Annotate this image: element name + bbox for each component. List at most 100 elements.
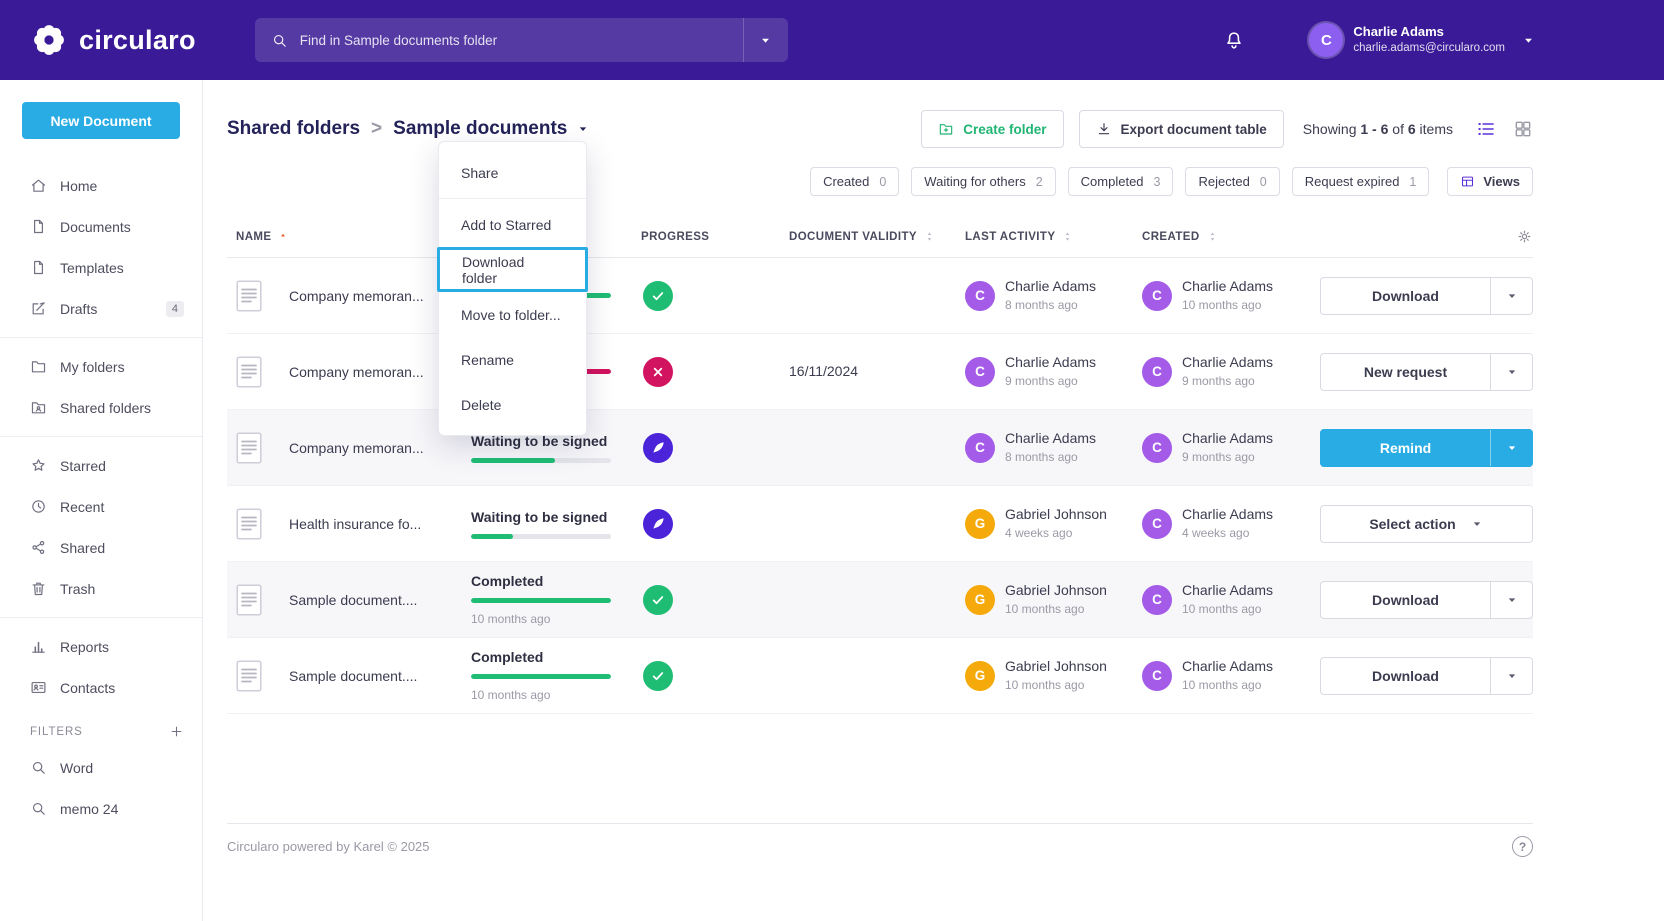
- create-folder-button[interactable]: Create folder: [921, 110, 1063, 148]
- action-dropdown-caret[interactable]: [1490, 430, 1532, 466]
- person-name: Charlie Adams: [1182, 278, 1273, 295]
- saved-filter-memo-24[interactable]: memo 24: [0, 788, 202, 829]
- user-menu[interactable]: C Charlie Adams charlie.adams@circularo.…: [1309, 23, 1536, 57]
- column-header-document-validity[interactable]: DOCUMENT VALIDITY: [789, 230, 965, 243]
- menu-item-move-to-folder[interactable]: Move to folder...: [439, 292, 586, 337]
- column-header-name[interactable]: NAME: [236, 231, 289, 243]
- time-ago: 10 months ago: [1182, 298, 1273, 312]
- avatar: C: [1142, 585, 1172, 615]
- time-ago: 9 months ago: [1182, 374, 1273, 388]
- progress-bar: [471, 598, 611, 603]
- filter-chip-rejected[interactable]: Rejected 0: [1185, 167, 1279, 196]
- document-validity: 16/11/2024: [789, 363, 858, 379]
- progress-bar: [471, 458, 611, 463]
- avatar: C: [1142, 433, 1172, 463]
- time-ago: 8 months ago: [1005, 450, 1096, 464]
- user-email: charlie.adams@circularo.com: [1353, 41, 1505, 56]
- menu-divider: [439, 198, 586, 199]
- column-header-progress[interactable]: PROGRESS: [641, 231, 789, 243]
- menu-item-share[interactable]: Share: [439, 150, 586, 195]
- breadcrumb-shared-folders[interactable]: Shared folders: [227, 118, 360, 140]
- views-icon: [1460, 174, 1475, 189]
- user-menu-caret-icon[interactable]: [1521, 33, 1536, 48]
- select-action-button[interactable]: Select action: [1320, 505, 1533, 543]
- sidebar-item-my-folders[interactable]: My folders: [0, 346, 202, 387]
- filter-chip-request-expired[interactable]: Request expired 1: [1292, 167, 1430, 196]
- avatar: C: [1142, 357, 1172, 387]
- time-ago: 10 months ago: [1005, 678, 1107, 692]
- table-row[interactable]: Sample document.... Completed 10 months …: [227, 638, 1533, 714]
- table-row[interactable]: Sample document.... Completed 10 months …: [227, 562, 1533, 638]
- brand-logo[interactable]: circularo: [30, 21, 196, 59]
- search-input[interactable]: [300, 33, 743, 48]
- footer: Circularo powered by Karel © 2025 ?: [227, 823, 1533, 869]
- grid-view-toggle-icon[interactable]: [1513, 119, 1533, 139]
- document-name: Company memoran...: [289, 364, 424, 380]
- contact-card-icon: [30, 679, 47, 696]
- sidebar-item-trash[interactable]: Trash: [0, 568, 202, 609]
- add-filter-plus-icon[interactable]: [169, 724, 184, 739]
- sidebar-item-recent[interactable]: Recent: [0, 486, 202, 527]
- menu-item-add-to-starred[interactable]: Add to Starred: [439, 202, 586, 247]
- table-row[interactable]: Company memoran... C Charlie Adams8 mont…: [227, 258, 1533, 334]
- list-view-toggle-icon[interactable]: [1476, 119, 1496, 139]
- table-settings-gear-icon[interactable]: [1516, 228, 1533, 245]
- avatar: C: [1142, 281, 1172, 311]
- notifications-bell-icon[interactable]: [1223, 29, 1245, 51]
- chip-count: 1: [1409, 175, 1416, 189]
- table-row[interactable]: Company memoran... 16/11/2024 C Charlie …: [227, 334, 1533, 410]
- global-search: [255, 18, 788, 62]
- table-row[interactable]: Company memoran... Waiting to be signed …: [227, 410, 1533, 486]
- download-button[interactable]: Download: [1320, 277, 1533, 315]
- column-header-created[interactable]: CREATED: [1142, 230, 1320, 243]
- sidebar-item-starred[interactable]: Starred: [0, 445, 202, 486]
- folder-menu-caret-icon[interactable]: [576, 122, 590, 136]
- action-dropdown-caret[interactable]: [1490, 354, 1532, 390]
- action-dropdown-caret[interactable]: [1490, 278, 1532, 314]
- sidebar-item-reports[interactable]: Reports: [0, 626, 202, 667]
- sidebar-item-templates[interactable]: Templates: [0, 247, 202, 288]
- menu-item-delete[interactable]: Delete: [439, 382, 586, 427]
- sidebar-item-shared[interactable]: Shared: [0, 527, 202, 568]
- sort-ascending-icon: [277, 231, 289, 243]
- action-dropdown-caret[interactable]: [1490, 582, 1532, 618]
- home-icon: [30, 177, 47, 194]
- sidebar-item-documents[interactable]: Documents: [0, 206, 202, 247]
- breadcrumb-current-folder[interactable]: Sample documents: [393, 118, 590, 140]
- new-document-button[interactable]: New Document: [22, 102, 180, 139]
- filter-chip-created[interactable]: Created 0: [810, 167, 899, 196]
- time-ago: 10 months ago: [1005, 602, 1107, 616]
- filter-chip-waiting-for-others[interactable]: Waiting for others 2: [911, 167, 1055, 196]
- main-content: Shared folders > Sample documents Create…: [203, 80, 1664, 921]
- download-button[interactable]: Download: [1320, 657, 1533, 695]
- column-header-last-activity[interactable]: LAST ACTIVITY: [965, 230, 1142, 243]
- menu-item-rename[interactable]: Rename: [439, 337, 586, 382]
- circularo-flower-icon: [30, 21, 68, 59]
- new-request-button[interactable]: New request: [1320, 353, 1533, 391]
- sidebar-divider: [0, 617, 202, 618]
- person-name: Charlie Adams: [1005, 278, 1096, 295]
- avatar: G: [965, 509, 995, 539]
- saved-filter-word[interactable]: Word: [0, 747, 202, 788]
- views-button[interactable]: Views: [1447, 167, 1533, 196]
- document-thumbnail-icon: [236, 432, 262, 464]
- filter-chip-completed[interactable]: Completed 3: [1068, 167, 1174, 196]
- action-dropdown-caret[interactable]: [1490, 658, 1532, 694]
- help-button[interactable]: ?: [1512, 836, 1533, 857]
- status-text: Waiting to be signed: [471, 509, 607, 525]
- menu-item-download-folder[interactable]: Download folder: [437, 247, 588, 292]
- action-dropdown-caret[interactable]: [1470, 517, 1484, 531]
- sidebar-item-shared-folders[interactable]: Shared folders: [0, 387, 202, 428]
- time-ago: 8 months ago: [1005, 298, 1096, 312]
- sidebar-divider: [0, 436, 202, 437]
- edit-icon: [30, 300, 47, 317]
- document-name: Company memoran...: [289, 440, 424, 456]
- sidebar-item-contacts[interactable]: Contacts: [0, 667, 202, 708]
- remind-button[interactable]: Remind: [1320, 429, 1533, 467]
- export-document-table-button[interactable]: Export document table: [1079, 110, 1284, 148]
- table-row[interactable]: Health insurance fo... Waiting to be sig…: [227, 486, 1533, 562]
- sidebar-item-drafts[interactable]: Drafts 4: [0, 288, 202, 329]
- sidebar-item-home[interactable]: Home: [0, 165, 202, 206]
- download-button[interactable]: Download: [1320, 581, 1533, 619]
- search-scope-caret[interactable]: [744, 18, 788, 62]
